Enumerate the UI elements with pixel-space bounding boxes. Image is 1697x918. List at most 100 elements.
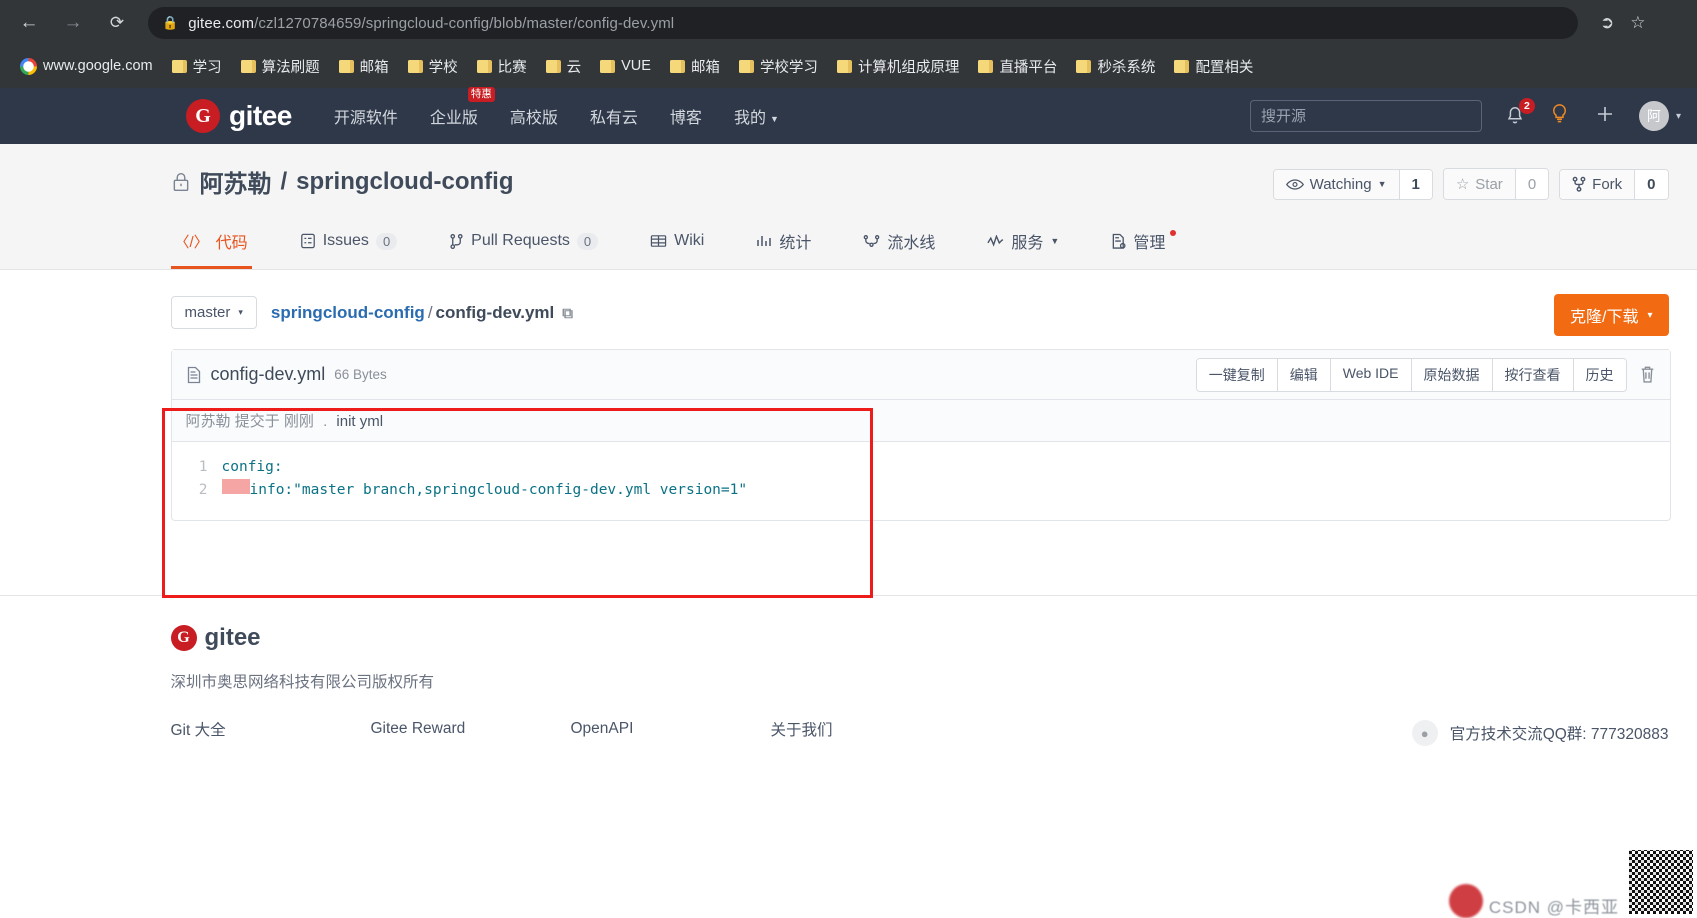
bookmark-item[interactable]: 秒杀系统 [1070, 52, 1161, 81]
footer-link-openapi[interactable]: OpenAPI [571, 720, 771, 738]
footer-link-reward[interactable]: Gitee Reward [371, 720, 571, 738]
tab-code[interactable]: 〈/〉 代码 [170, 221, 252, 269]
nav-item-opensource[interactable]: 开源软件 [334, 104, 398, 128]
star-button[interactable]: ☆ Star [1443, 169, 1515, 199]
chevron-down-icon: ▾ [1647, 309, 1653, 321]
bookmark-item[interactable]: 比赛 [471, 52, 533, 81]
star-count[interactable]: 0 [1514, 169, 1549, 199]
repo-name[interactable]: springcloud-config [296, 168, 513, 196]
footer-link-git[interactable]: Git 大全 [171, 718, 371, 740]
bookmark-item[interactable]: 计算机组成原理 [831, 52, 966, 81]
fork-button[interactable]: Fork [1560, 169, 1635, 199]
fork-count[interactable]: 0 [1634, 169, 1668, 199]
avatar: 阿 [1638, 101, 1669, 131]
tab-pull-requests[interactable]: Pull Requests 0 [445, 221, 602, 269]
gitee-logo[interactable]: G gitee [186, 99, 292, 133]
bookmark-item[interactable]: 配置相关 [1168, 52, 1259, 81]
history-button[interactable]: 历史 [1573, 358, 1626, 391]
back-arrow-icon[interactable]: ← [14, 8, 44, 38]
bookmark-label: 学习 [192, 59, 222, 76]
address-bar[interactable]: 🔒 gitee.com/czl1270784659/springcloud-co… [148, 7, 1578, 39]
nav-item-mine[interactable]: 我的 ▼ [734, 104, 779, 128]
pipeline-icon [864, 235, 880, 247]
folder-icon [738, 59, 754, 73]
user-menu[interactable]: 阿 ▾ [1638, 101, 1681, 131]
reload-icon[interactable]: ⟳ [102, 8, 132, 38]
star-label: Star [1475, 175, 1503, 193]
tab-pipeline[interactable]: 流水线 [859, 221, 939, 269]
promo-badge: 特惠 [467, 87, 495, 103]
folder-icon [407, 59, 423, 73]
tab-label: 统计 [779, 235, 812, 252]
commit-message[interactable]: init yml [336, 413, 383, 430]
bookmark-label: 秒杀系统 [1097, 59, 1156, 76]
footer-logo[interactable]: G gitee [170, 624, 1539, 652]
bookmark-item[interactable]: 学校学习 [733, 52, 824, 81]
bookmark-star-icon[interactable]: ☆ [1630, 13, 1645, 33]
bookmark-item[interactable]: 邮箱 [664, 52, 726, 81]
repo-owner[interactable]: 阿苏勒 [200, 164, 272, 199]
watch-count[interactable]: 1 [1398, 169, 1432, 199]
raw-data-button[interactable]: 原始数据 [1411, 358, 1493, 391]
commit-info-bar: 阿苏勒 提交于 刚刚 . init yml [171, 400, 1670, 442]
footer-link-about[interactable]: 关于我们 [771, 718, 971, 740]
edit-button[interactable]: 编辑 [1277, 358, 1331, 391]
nav-item-enterprise[interactable]: 企业版 特惠 [430, 87, 495, 128]
copy-all-button[interactable]: 一键复制 [1196, 358, 1278, 391]
plus-icon[interactable] [1593, 102, 1617, 131]
web-ide-button[interactable]: Web IDE [1330, 358, 1412, 391]
bookmark-label: 云 [566, 59, 582, 76]
line-number: 1 [198, 459, 208, 475]
tab-wiki[interactable]: Wiki [646, 221, 708, 269]
bookmark-item[interactable]: VUE [594, 54, 657, 78]
file-icon [187, 366, 200, 383]
notification-dot-icon [1170, 230, 1177, 236]
fork-button-group[interactable]: Fork 0 [1559, 168, 1669, 200]
watch-button[interactable]: Watching ▼ [1273, 169, 1399, 199]
trash-icon[interactable] [1639, 358, 1656, 392]
watch-button-group[interactable]: Watching ▼ 1 [1272, 168, 1433, 200]
star-icon: ☆ [1455, 176, 1470, 193]
code-viewer[interactable]: 1 config: 2 info:"master branch,springcl… [172, 442, 1670, 520]
chevron-down-icon: ▾ [238, 307, 243, 317]
breadcrumb-separator: / [427, 302, 433, 322]
file-panel: config-dev.yml 66 Bytes 一键复制 编辑 Web IDE … [170, 349, 1671, 521]
tab-statistics[interactable]: 统计 [752, 221, 815, 269]
bookmark-item[interactable]: 算法刷题 [235, 52, 326, 81]
breadcrumb-current-file: config-dev.yml [435, 302, 555, 322]
share-icon[interactable]: ➲ [1600, 13, 1614, 33]
bookmark-item[interactable]: 云 [540, 52, 588, 81]
bookmark-item[interactable]: 邮箱 [333, 52, 395, 81]
code-line: 1 config: [172, 456, 1670, 479]
site-header-actions: 2 阿 ▾ [1249, 98, 1697, 132]
copy-icon[interactable]: ⧉ [562, 305, 573, 322]
clone-download-button[interactable]: 克隆/下载 ▾ [1554, 294, 1669, 336]
nav-item-privatecloud[interactable]: 私有云 [590, 104, 638, 128]
star-button-group[interactable]: ☆ Star 0 [1442, 168, 1550, 200]
bookmark-label: 学校 [428, 59, 458, 76]
nav-item-blog[interactable]: 博客 [670, 104, 702, 128]
branch-selector[interactable]: master ▾ [170, 296, 257, 329]
manage-icon [1113, 233, 1126, 249]
lightbulb-icon[interactable] [1548, 102, 1571, 130]
tab-manage[interactable]: 管理 [1107, 221, 1182, 269]
bookmark-label: 配置相关 [1195, 59, 1254, 76]
blame-button[interactable]: 按行查看 [1492, 358, 1574, 391]
bookmark-item[interactable]: 直播平台 [972, 52, 1063, 81]
watermark-text: CSDN @卡西亚 [1488, 898, 1619, 917]
breadcrumb-repo-link[interactable]: springcloud-config [271, 303, 425, 322]
search-input[interactable] [1249, 100, 1482, 132]
tab-issues[interactable]: Issues 0 [296, 221, 401, 269]
bookmark-google[interactable]: www.google.com [14, 54, 159, 79]
bell-icon[interactable]: 2 [1504, 98, 1535, 127]
nav-item-education[interactable]: 高校版 [510, 104, 558, 128]
commit-author[interactable]: 阿苏勒 [186, 413, 231, 430]
watermark-badge-icon [1448, 884, 1483, 918]
browser-chrome: ← → ⟳ 🔒 gitee.com/czl1270784659/springcl… [0, 0, 1697, 88]
bookmark-item[interactable]: 学习 [166, 52, 228, 81]
tab-services[interactable]: 服务 ▼ [983, 221, 1063, 269]
bookmark-item[interactable]: 学校 [402, 52, 464, 81]
gitee-wordmark: gitee [204, 624, 261, 651]
forward-arrow-icon[interactable]: → [58, 8, 88, 38]
fork-label: Fork [1592, 175, 1623, 193]
